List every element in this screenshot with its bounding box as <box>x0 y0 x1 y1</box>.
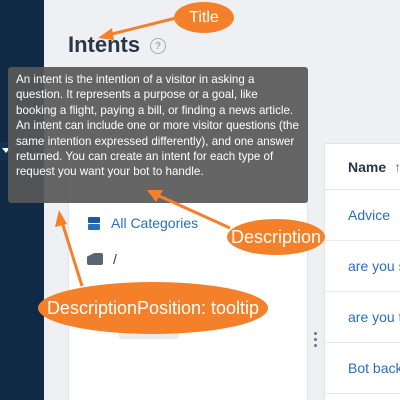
help-question-icon[interactable]: ? <box>150 38 166 54</box>
table-row[interactable]: Advice <box>325 190 400 241</box>
column-header-label: Name <box>348 158 387 175</box>
table-header-name[interactable]: Name ↑ <box>325 144 400 190</box>
table-row[interactable]: are you s <box>325 241 400 292</box>
intents-table: Name ↑ Advice are you s are you t Bot ba… <box>324 143 400 400</box>
category-all[interactable]: All Categories <box>87 215 198 231</box>
table-row[interactable]: are you t <box>325 292 400 343</box>
category-label: All Categories <box>111 215 199 231</box>
nav-expand-toggle[interactable] <box>0 142 10 160</box>
description-tooltip: An intent is the intention of a visitor … <box>8 67 308 203</box>
page-title: Intents <box>68 32 141 57</box>
table-row[interactable]: Bot back <box>325 343 400 394</box>
category-root[interactable]: / <box>87 251 117 267</box>
callout-title: Title <box>174 2 234 33</box>
sort-arrow-icon[interactable]: ↑ <box>394 159 400 175</box>
panel-resize-handle[interactable] <box>314 332 317 347</box>
layers-icon <box>87 216 101 230</box>
callout-description: Description <box>227 219 325 255</box>
folder-icon <box>87 253 103 265</box>
callout-description-position: DescriptionPosition: tooltip <box>38 282 268 334</box>
category-label: / <box>113 251 117 267</box>
